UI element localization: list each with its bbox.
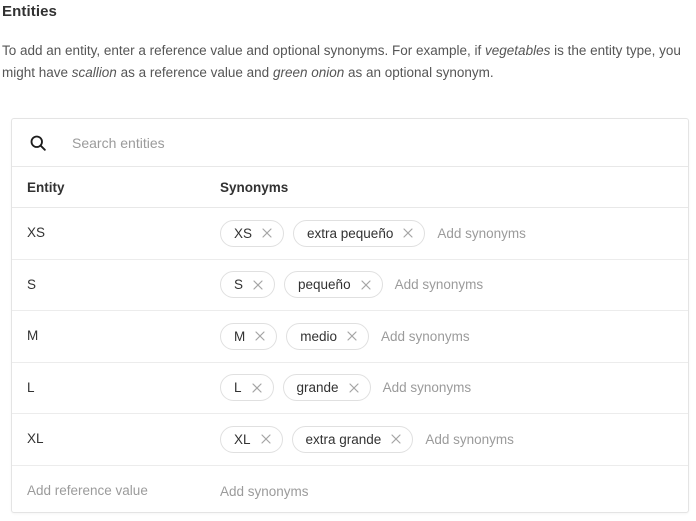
close-icon[interactable] xyxy=(259,432,273,446)
table-row[interactable]: S Spequeño Add synonyms xyxy=(12,260,688,311)
entity-value: L xyxy=(27,379,35,395)
synonym-chip[interactable]: L xyxy=(220,374,274,402)
entities-page: Entities To add an entity, enter a refer… xyxy=(0,0,696,521)
synonym-chip[interactable]: S xyxy=(220,271,276,299)
column-header-entity: Entity xyxy=(27,179,65,195)
synonym-chip-label: extra pequeño xyxy=(307,225,394,241)
page-title: Entities xyxy=(2,3,57,20)
table-row[interactable]: XL XL extra grande Add synonyms xyxy=(12,414,688,466)
entity-value: M xyxy=(27,328,39,344)
entity-value: S xyxy=(27,276,37,292)
close-icon[interactable] xyxy=(389,432,403,446)
add-synonyms-placeholder[interactable]: Add synonyms xyxy=(381,329,470,344)
synonyms-cell[interactable]: Spequeño Add synonyms xyxy=(220,271,688,299)
description-text: as an optional synonym. xyxy=(344,65,494,80)
synonym-chip-label: grande xyxy=(296,380,339,395)
close-icon[interactable] xyxy=(251,278,265,292)
entity-cell[interactable]: XL xyxy=(12,430,220,448)
synonyms-cell[interactable]: XS extra pequeño Add synonyms xyxy=(220,219,688,247)
synonym-chip[interactable]: XL xyxy=(220,425,283,453)
synonym-chip[interactable]: XS xyxy=(220,219,285,247)
entity-value: XL xyxy=(27,431,44,447)
add-reference-value-cell[interactable]: Add reference value xyxy=(12,482,220,500)
synonym-chip[interactable]: medio xyxy=(286,322,370,350)
synonym-chip-label: pequeño xyxy=(298,277,351,292)
synonym-chip-label: medio xyxy=(300,328,338,344)
synonym-chip-label: extra grande xyxy=(305,431,382,447)
table-header-row: Entity Synonyms xyxy=(12,167,688,208)
synonyms-cell[interactable]: Lgrande Add synonyms xyxy=(220,374,688,402)
close-icon[interactable] xyxy=(359,278,373,292)
entity-cell[interactable]: L xyxy=(12,379,220,397)
table-body: XS XS extra pequeño Add synonyms S Spequeño Ad… xyxy=(12,208,688,513)
synonym-chip[interactable]: extra grande xyxy=(291,425,414,453)
synonym-chip[interactable]: extra pequeño xyxy=(293,219,426,247)
description-emphasis: green onion xyxy=(272,65,345,80)
page-description: To add an entity, enter a reference valu… xyxy=(2,40,694,84)
entity-cell[interactable]: S xyxy=(12,276,220,294)
synonym-chip-label: XS xyxy=(234,225,253,241)
add-synonyms-placeholder[interactable]: Add synonyms xyxy=(425,432,514,447)
add-synonyms-placeholder: Add synonyms xyxy=(220,483,309,499)
description-text: as a reference value and xyxy=(116,65,273,80)
synonym-chip-label: M xyxy=(234,328,246,344)
entity-value: XS xyxy=(27,225,46,241)
close-icon[interactable] xyxy=(250,381,264,395)
synonyms-cell[interactable]: Mmedio Add synonyms xyxy=(220,322,688,350)
add-synonyms-placeholder[interactable]: Add synonyms xyxy=(395,277,484,292)
search-input[interactable] xyxy=(72,128,688,157)
entities-card: Entity Synonyms XS XS extra pequeño Add syn… xyxy=(11,118,689,513)
close-icon[interactable] xyxy=(345,329,359,343)
entity-cell[interactable]: XS xyxy=(12,224,220,242)
synonyms-cell[interactable]: XL extra grande Add synonyms xyxy=(220,425,688,453)
close-icon[interactable] xyxy=(260,226,274,240)
synonym-chip[interactable]: pequeño xyxy=(284,271,383,299)
search-icon xyxy=(28,133,48,153)
description-text: To add an entity, enter a reference valu… xyxy=(2,43,486,58)
entity-cell[interactable]: M xyxy=(12,327,220,345)
synonym-chip-label: L xyxy=(234,380,242,395)
synonym-chip-label: XL xyxy=(234,431,251,447)
close-icon[interactable] xyxy=(253,329,267,343)
close-icon[interactable] xyxy=(347,381,361,395)
add-entity-row[interactable]: Add reference value Add synonyms xyxy=(12,466,688,513)
add-reference-value-placeholder: Add reference value xyxy=(27,483,148,499)
search-bar[interactable] xyxy=(12,119,688,167)
description-emphasis: vegetables xyxy=(485,43,551,58)
table-row[interactable]: M Mmedio Add synonyms xyxy=(12,311,688,363)
add-synonyms-placeholder[interactable]: Add synonyms xyxy=(383,380,472,395)
synonym-chip[interactable]: grande xyxy=(282,374,371,402)
close-icon[interactable] xyxy=(401,226,415,240)
table-row[interactable]: L Lgrande Add synonyms xyxy=(12,363,688,414)
add-synonyms-placeholder[interactable]: Add synonyms xyxy=(437,226,526,241)
add-synonyms-cell[interactable]: Add synonyms xyxy=(220,484,688,499)
description-emphasis: scallion xyxy=(71,65,117,80)
synonym-chip[interactable]: M xyxy=(220,322,278,350)
table-row[interactable]: XS XS extra pequeño Add synonyms xyxy=(12,208,688,260)
column-header-synonyms: Synonyms xyxy=(220,179,289,195)
synonym-chip-label: S xyxy=(234,277,244,292)
